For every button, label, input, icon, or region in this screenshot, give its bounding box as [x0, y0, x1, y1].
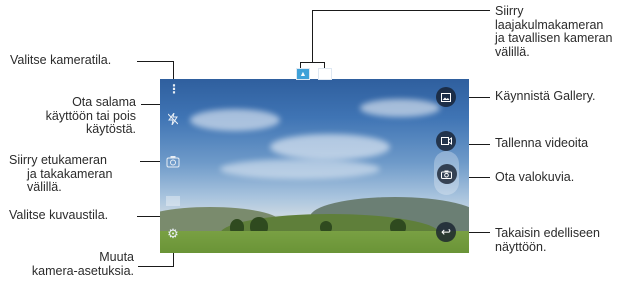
cloud [220, 159, 380, 179]
callout-flash-line2: käyttöön tai pois [45, 108, 136, 123]
callout-settings: Muuta kamera-asetuksia. [4, 250, 134, 278]
shooting-mode-icon[interactable] [166, 196, 180, 206]
callout-switch-line2: ja takakameran [27, 166, 113, 181]
more-vertical-icon[interactable]: ⋮ [168, 82, 180, 96]
callout-wide-line2: laajakulmakameran [495, 17, 604, 32]
gear-icon[interactable]: ⚙ [165, 226, 181, 242]
leader-wide-v [312, 10, 313, 62]
callout-back-line1: Takaisin edelliseen [495, 226, 600, 240]
callout-settings-line2: kamera-asetuksia. [31, 263, 134, 278]
callout-flash-line3: käytöstä. [85, 122, 136, 136]
callout-back: Takaisin edelliseen näyttöön. [495, 226, 600, 254]
callout-photo: Ota valokuvia. [495, 170, 575, 184]
callout-switch-camera: Siirry etukameran ja takakameran välillä… [9, 153, 113, 195]
leader-wide-bracket [300, 62, 325, 63]
callout-back-line2: näyttöön. [495, 239, 547, 254]
flash-off-icon[interactable] [166, 112, 180, 126]
cloud [270, 134, 390, 160]
gallery-icon[interactable] [436, 87, 456, 107]
cloud [360, 99, 440, 117]
callout-wide-lens: Siirry laajakulmakameran ja tavallisen k… [495, 4, 613, 59]
leader-wide-h [312, 10, 490, 11]
video-icon[interactable] [436, 131, 456, 151]
switch-camera-icon[interactable] [165, 153, 181, 169]
lens-standard-icon[interactable]: ▲ [296, 68, 310, 80]
cloud [190, 109, 280, 131]
callout-shooting-mode: Valitse kuvaustila. [9, 208, 109, 222]
callout-wide-line3: ja tavallisen kameran [495, 31, 613, 45]
camera-icon[interactable] [436, 164, 457, 184]
callout-wide-line4: välillä. [495, 44, 530, 59]
callout-switch-line1: Siirry etukameran [9, 153, 107, 167]
meadow [160, 231, 469, 253]
callout-switch-line3: välillä. [27, 180, 62, 194]
leader-settings [138, 266, 174, 267]
callout-flash: Ota salama käyttöön tai pois käytöstä. [44, 95, 136, 137]
callout-camera-mode: Valitse kameratila. [10, 53, 112, 67]
camera-viewfinder[interactable] [160, 79, 469, 253]
leader-camera-mode [137, 61, 173, 62]
lens-wide-icon[interactable]: ▲ [318, 68, 332, 80]
callout-video: Tallenna videoita [495, 136, 589, 150]
leader-switch-camera [140, 161, 162, 162]
callout-gallery: Käynnistä Gallery. [495, 89, 596, 103]
callout-wide-line1: Siirry [495, 4, 524, 18]
callout-settings-line1: Muuta [99, 250, 134, 264]
back-icon[interactable]: ↩ [436, 222, 456, 242]
callout-flash-line1: Ota salama [72, 95, 136, 109]
